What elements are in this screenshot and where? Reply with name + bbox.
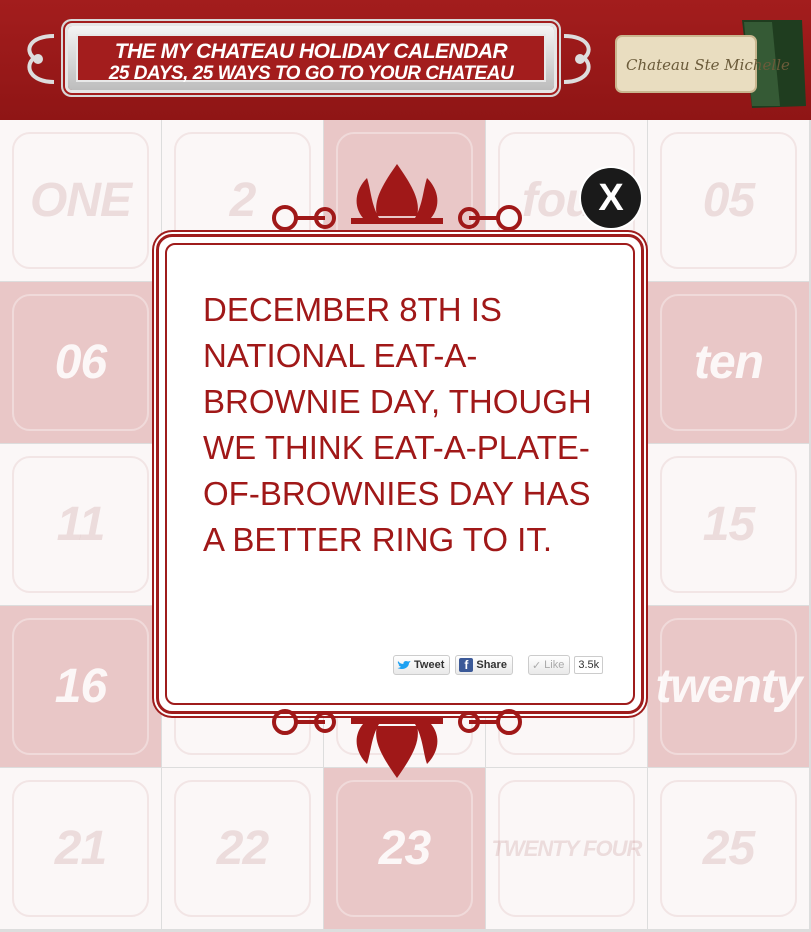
right-scroll-ornament	[563, 34, 591, 84]
tile-ornament	[12, 780, 149, 917]
tile-ornament	[660, 456, 797, 593]
title-banner: THE MY CHATEAU HOLIDAY CALENDAR 25 DAYS,…	[20, 12, 598, 106]
tile-ornament	[336, 780, 473, 917]
calendar-day-tile[interactable]: TWENTY FOUR	[486, 768, 647, 929]
like-button[interactable]: ✓ Like	[527, 655, 571, 675]
close-icon: X	[598, 176, 624, 219]
fact-modal: DECEMBER 8TH IS NATIONAL EAT-A-BROWNIE D…	[156, 234, 644, 714]
calendar-day-tile[interactable]: ten	[648, 282, 809, 443]
tile-ornament	[12, 456, 149, 593]
tile-ornament	[498, 780, 635, 917]
top-fleuron-ornament	[272, 164, 522, 231]
like-label: Like	[544, 659, 565, 671]
like-check-icon: ✓	[531, 659, 542, 672]
tweet-label: Tweet	[414, 659, 445, 671]
header-banner: THE MY CHATEAU HOLIDAY CALENDAR 25 DAYS,…	[0, 0, 811, 120]
title-plate-inner: THE MY CHATEAU HOLIDAY CALENDAR 25 DAYS,…	[76, 34, 546, 84]
close-button[interactable]: X	[581, 168, 641, 228]
tile-ornament	[12, 618, 149, 755]
daily-fact-text: DECEMBER 8TH IS NATIONAL EAT-A-BROWNIE D…	[203, 291, 592, 558]
like-count: 3.5k	[574, 656, 604, 674]
calendar-day-tile[interactable]: 25	[648, 768, 809, 929]
calendar-day-tile[interactable]: 15	[648, 444, 809, 605]
social-share-bar: Tweet f Share ✓ Like 3.5k	[393, 655, 604, 675]
calendar-day-tile[interactable]: 21	[0, 768, 161, 929]
tile-ornament	[174, 780, 311, 917]
share-label: Share	[476, 659, 507, 671]
calendar-day-tile[interactable]: ONE	[0, 120, 161, 281]
tile-ornament	[12, 294, 149, 431]
facebook-share-button[interactable]: f Share	[455, 655, 513, 675]
calendar-day-tile[interactable]: 06	[0, 282, 161, 443]
calendar-day-tile[interactable]: 23	[324, 768, 485, 929]
facebook-icon: f	[459, 658, 474, 672]
wine-cork-logo: Chateau Ste Michelle	[615, 20, 806, 108]
calendar-day-tile[interactable]: 16	[0, 606, 161, 767]
calendar-day-tile[interactable]: twenty	[648, 606, 809, 767]
tile-ornament	[660, 294, 797, 431]
calendar-subtitle: 25 DAYS, 25 WAYS TO GO TO YOUR CHATEAU	[108, 63, 514, 84]
tile-ornament	[660, 618, 797, 755]
cork-brand-text: Chateau Ste Michelle	[626, 56, 790, 74]
tile-ornament	[660, 132, 797, 269]
calendar-title: THE MY CHATEAU HOLIDAY CALENDAR	[114, 40, 508, 63]
tile-ornament	[660, 780, 797, 917]
tile-ornament	[12, 132, 149, 269]
calendar-day-tile[interactable]: 05	[648, 120, 809, 281]
calendar-day-tile[interactable]: 22	[162, 768, 323, 929]
tweet-button[interactable]: Tweet	[393, 655, 451, 675]
title-plate: THE MY CHATEAU HOLIDAY CALENDAR 25 DAYS,…	[68, 26, 554, 90]
bottom-fleuron-ornament	[272, 709, 522, 778]
twitter-bird-icon	[397, 661, 411, 670]
left-scroll-ornament	[27, 34, 55, 84]
calendar-day-tile[interactable]: 11	[0, 444, 161, 605]
